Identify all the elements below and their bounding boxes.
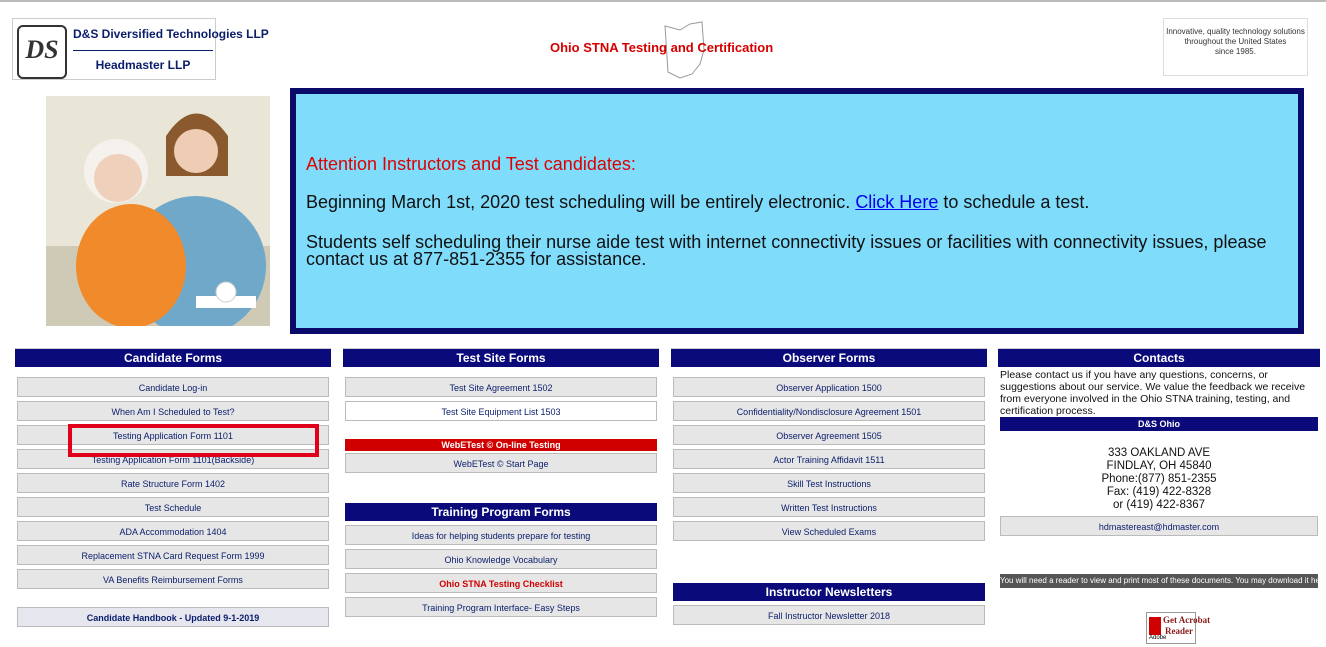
announcement-text: Beginning March 1st, 2020 test schedulin…: [306, 192, 856, 212]
company-logo[interactable]: DS D&S Diversified Technologies LLP Head…: [12, 18, 269, 80]
announcement-text: to schedule a test.: [938, 192, 1090, 212]
test-schedule-button[interactable]: Test Schedule: [17, 497, 329, 517]
office-address: 333 OAKLAND AVE FINDLAY, OH 45840 Phone:…: [998, 447, 1320, 512]
highlight-box: [68, 424, 319, 457]
contacts-heading: Contacts: [998, 348, 1320, 367]
address-line: FINDLAY, OH 45840: [1106, 460, 1212, 472]
tagline-line: Innovative, quality technology solutions: [1166, 27, 1305, 36]
observer-forms-column: Observer Forms Observer Application 1500…: [671, 348, 987, 629]
rate-structure-button[interactable]: Rate Structure Form 1402: [17, 473, 329, 493]
get-acrobat-reader-button[interactable]: Get Acrobat Reader Adobe: [1146, 612, 1210, 644]
webetest-start-button[interactable]: WebETest © Start Page: [345, 453, 657, 473]
observer-application-button[interactable]: Observer Application 1500: [673, 377, 985, 397]
candidate-handbook-button[interactable]: Candidate Handbook - Updated 9-1-2019: [17, 607, 329, 627]
adobe-icon: [1149, 617, 1161, 635]
site-title: Ohio STNA Testing and Certification: [550, 40, 774, 55]
actor-training-button[interactable]: Actor Training Affidavit 1511: [673, 449, 985, 469]
test-site-equipment-button[interactable]: Test Site Equipment List 1503: [345, 401, 657, 421]
contacts-column: Contacts Please contact us if you have a…: [998, 348, 1320, 588]
announcement-paragraph: Beginning March 1st, 2020 test schedulin…: [306, 192, 1089, 213]
office-heading: D&S Ohio: [1000, 417, 1318, 431]
view-scheduled-exams-button[interactable]: View Scheduled Exams: [673, 521, 985, 541]
training-program-heading: Training Program Forms: [345, 503, 657, 521]
schedule-test-link[interactable]: Click Here: [855, 192, 938, 212]
caregiver-photo: [46, 96, 270, 326]
candidate-login-button[interactable]: Candidate Log-in: [17, 377, 329, 397]
knowledge-vocabulary-button[interactable]: Ohio Knowledge Vocabulary: [345, 549, 657, 569]
address-line: 333 OAKLAND AVE: [1107, 447, 1211, 459]
when-scheduled-button[interactable]: When Am I Scheduled to Test?: [17, 401, 329, 421]
instructor-newsletters-heading: Instructor Newsletters: [673, 583, 985, 601]
announcement-panel: Attention Instructors and Test candidate…: [290, 88, 1304, 334]
fax-number: Fax: (419) 422-8328: [1106, 486, 1212, 498]
test-site-forms-column: Test Site Forms Test Site Agreement 1502…: [343, 348, 659, 621]
fall-newsletter-button[interactable]: Fall Instructor Newsletter 2018: [673, 605, 985, 625]
ada-accommodation-button[interactable]: ADA Accommodation 1404: [17, 521, 329, 541]
webetest-heading: WebETest © On-line Testing: [345, 439, 657, 451]
acrobat-label: Get Acrobat: [1163, 615, 1211, 625]
ds-logo-icon: DS: [17, 25, 67, 79]
announcement-contact-note: Students self scheduling their nurse aid…: [306, 232, 1267, 269]
replacement-card-button[interactable]: Replacement STNA Card Request Form 1999: [17, 545, 329, 565]
test-site-forms-heading: Test Site Forms: [343, 348, 659, 367]
ideas-testing-button[interactable]: Ideas for helping students prepare for t…: [345, 525, 657, 545]
test-site-agreement-button[interactable]: Test Site Agreement 1502: [345, 377, 657, 397]
written-test-instructions-button[interactable]: Written Test Instructions: [673, 497, 985, 517]
confidentiality-agreement-button[interactable]: Confidentiality/Nondisclosure Agreement …: [673, 401, 985, 421]
alt-phone-number: or (419) 422-8367: [1112, 499, 1206, 511]
adobe-label: Adobe: [1149, 635, 1167, 641]
training-interface-button[interactable]: Training Program Interface- Easy Steps: [345, 597, 657, 617]
observer-agreement-button[interactable]: Observer Agreement 1505: [673, 425, 985, 445]
tagline-line: throughout the United States: [1184, 37, 1287, 46]
email-link[interactable]: hdmastereast@hdmaster.com: [1000, 516, 1318, 536]
tagline-line: since 1985.: [1215, 47, 1256, 56]
candidate-forms-heading: Candidate Forms: [15, 348, 331, 367]
va-benefits-button[interactable]: VA Benefits Reimbursement Forms: [17, 569, 329, 589]
phone-number: Phone:(877) 851-2355: [1101, 473, 1217, 485]
top-border: [0, 0, 1326, 8]
candidate-forms-column: Candidate Forms Candidate Log-in When Am…: [15, 348, 331, 631]
skill-test-instructions-button[interactable]: Skill Test Instructions: [673, 473, 985, 493]
contacts-description: Please contact us if you have any questi…: [1000, 369, 1306, 417]
company-subname: Headmaster LLP: [73, 50, 213, 72]
reader-notice: You will need a reader to view and print…: [1000, 574, 1318, 588]
tagline: Innovative, quality technology solutions…: [1163, 18, 1308, 76]
observer-forms-heading: Observer Forms: [671, 348, 987, 367]
announcement-title: Attention Instructors and Test candidate…: [306, 154, 636, 174]
testing-checklist-button[interactable]: Ohio STNA Testing Checklist: [345, 573, 657, 593]
reader-label: Reader: [1165, 626, 1193, 636]
company-name: D&S Diversified Technologies LLP: [73, 27, 269, 41]
